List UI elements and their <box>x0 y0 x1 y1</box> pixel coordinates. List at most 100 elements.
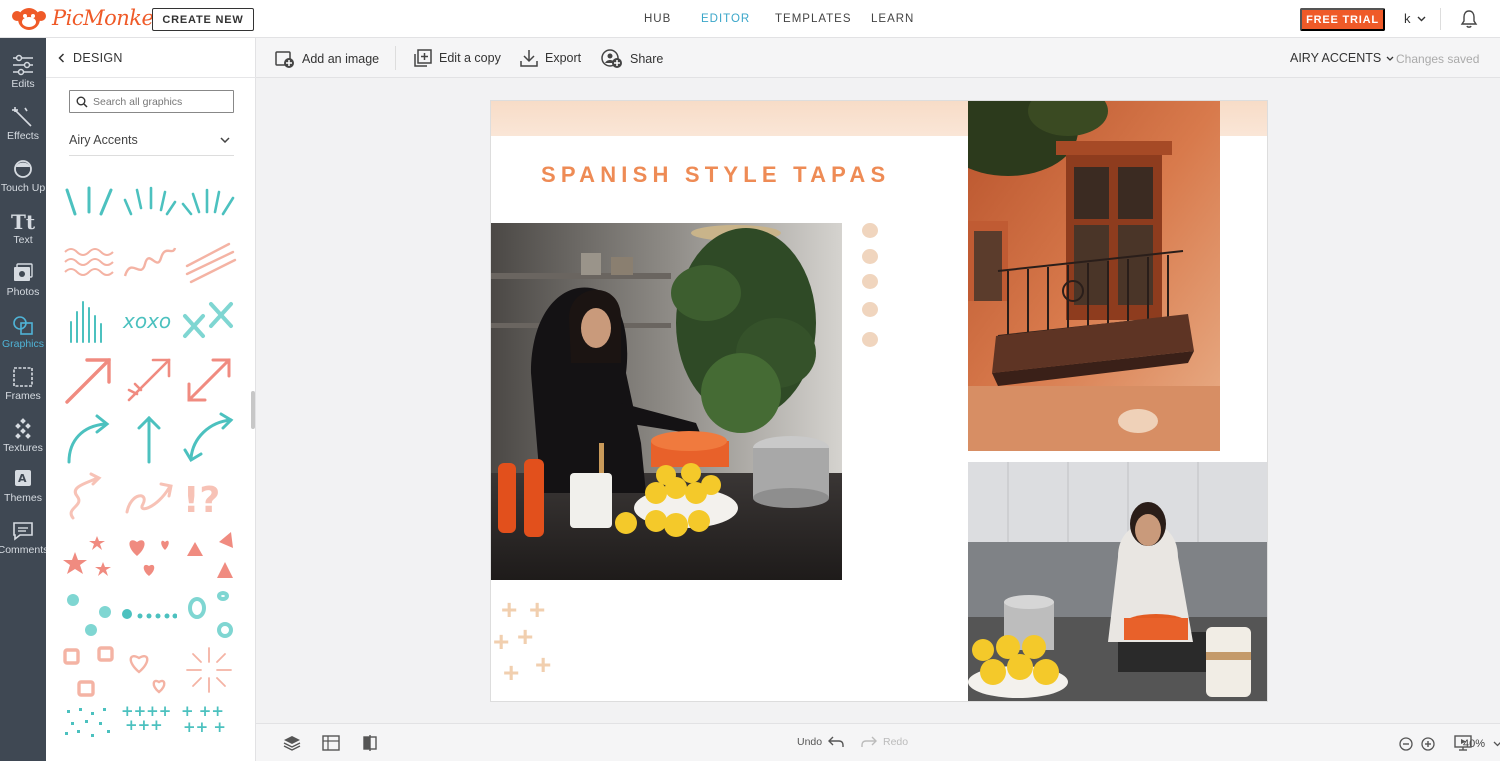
decor-cross: + <box>501 594 518 625</box>
decor-dot[interactable] <box>862 332 878 347</box>
rail-label: Comments <box>0 544 49 556</box>
panel-back-button[interactable]: DESIGN <box>46 38 256 78</box>
graphic-teal-curve-arrow[interactable] <box>61 410 117 466</box>
download-icon <box>520 50 538 67</box>
grid-button[interactable] <box>322 735 340 756</box>
svg-text:!?: !? <box>183 480 220 521</box>
graphic-teal-bars[interactable] <box>61 294 117 350</box>
edit-copy-button[interactable]: Edit a copy <box>414 49 501 67</box>
theme-dropdown[interactable]: Airy Accents <box>69 124 234 156</box>
graphic-teal-plus-grid[interactable]: +++++++ <box>121 700 177 756</box>
graphic-teal-up-arrow[interactable] <box>121 410 177 466</box>
graphic-teal-rings[interactable] <box>181 584 237 640</box>
nav-learn[interactable]: LEARN <box>871 13 914 25</box>
zoom-in-icon[interactable] <box>1421 737 1435 751</box>
decor-cross: + <box>529 594 546 625</box>
graphic-pink-swirl-arrow[interactable] <box>61 468 117 524</box>
rail-label: Frames <box>5 390 41 402</box>
rail-item-text[interactable]: Tt Text <box>0 204 46 256</box>
rail-label: Effects <box>7 130 39 142</box>
export-button[interactable]: Export <box>520 49 581 67</box>
graphic-pink-loop-arrow[interactable] <box>121 468 177 524</box>
zoom-out-icon[interactable] <box>1399 737 1413 751</box>
graphic-coral-hearts[interactable] <box>121 526 177 582</box>
chevron-down-icon[interactable] <box>1493 741 1500 747</box>
decor-dot[interactable] <box>862 249 878 264</box>
graphic-teal-rays[interactable] <box>181 178 237 234</box>
rail-item-comments[interactable]: Comments <box>0 514 49 566</box>
theme-menu[interactable]: AIRY ACCENTS <box>1290 51 1394 65</box>
design-panel: DESIGN Airy Accents xoxo !? <box>46 38 256 761</box>
photo-orange-balcony[interactable] <box>968 101 1220 451</box>
graphic-teal-double-curve[interactable] <box>181 410 237 466</box>
notifications-button[interactable] <box>1459 9 1479 34</box>
decor-cross: + <box>503 657 520 688</box>
text-icon: Tt <box>11 210 36 232</box>
graphic-pink-squares[interactable] <box>61 642 117 698</box>
rail-label: Photos <box>6 286 40 298</box>
create-new-button[interactable]: CREATE NEW <box>152 8 254 31</box>
graphic-pink-double-arrow[interactable] <box>181 352 237 408</box>
layers-button[interactable] <box>283 735 301 756</box>
rail-item-edits[interactable]: Edits <box>0 48 46 100</box>
texture-icon <box>15 418 31 439</box>
themes-icon: A <box>15 470 31 486</box>
rail-label: Text <box>13 234 33 246</box>
compare-button[interactable] <box>362 735 378 756</box>
logo[interactable]: PicMonkey <box>10 4 165 32</box>
graphic-pink-lines[interactable] <box>181 236 237 292</box>
photo-kitchen-cooking[interactable] <box>491 223 842 580</box>
graphic-xoxo[interactable]: xoxo <box>121 294 177 350</box>
redo-icon <box>861 736 877 747</box>
graphic-pink-sparkle[interactable] <box>181 642 237 698</box>
bell-icon <box>1460 10 1478 28</box>
redo-button[interactable]: Redo <box>861 736 908 748</box>
monkey-logo-icon <box>12 8 46 30</box>
frame-icon <box>13 367 33 387</box>
graphic-pink-scribble[interactable] <box>121 236 177 292</box>
graphic-pink-waves[interactable] <box>61 236 117 292</box>
graphic-coral-triangles[interactable] <box>181 526 237 582</box>
graphic-teal-plus-scatter[interactable]: + ++++ + <box>181 700 237 756</box>
graphic-teal-burst[interactable] <box>121 178 177 234</box>
design-title[interactable]: SPANISH STYLE TAPAS <box>541 162 890 188</box>
panel-scrollbar[interactable] <box>251 391 255 429</box>
graphic-teal-confetti[interactable] <box>61 700 117 756</box>
decor-dot[interactable] <box>862 302 878 317</box>
rail-item-graphics[interactable]: Graphics <box>0 308 46 360</box>
theme-dropdown-value: Airy Accents <box>69 132 138 147</box>
present-button[interactable] <box>1454 735 1472 756</box>
rail-item-effects[interactable]: Effects <box>0 100 46 152</box>
graphic-exclaim-question[interactable]: !? <box>181 468 237 524</box>
graphic-pink-arrow-up-right[interactable] <box>61 352 117 408</box>
add-image-button[interactable]: Add an image <box>275 49 379 69</box>
free-trial-button[interactable]: FREE TRIAL <box>1300 8 1385 31</box>
graphic-teal-xs[interactable] <box>181 294 237 350</box>
rail-item-touch-up[interactable]: Touch Up <box>0 152 46 204</box>
design-canvas[interactable]: SPANISH STYLE TAPAS + + + + + + <box>491 101 1267 701</box>
rail-item-frames[interactable]: Frames <box>0 360 46 412</box>
zoom-controls: 40% <box>1399 737 1500 751</box>
photo-stove-cooking[interactable] <box>968 462 1267 701</box>
decor-dot[interactable] <box>862 274 878 289</box>
rail-item-themes[interactable]: A Themes <box>0 462 46 514</box>
graphic-teal-dots[interactable] <box>61 584 117 640</box>
rail-item-textures[interactable]: Textures <box>0 412 46 464</box>
compare-icon <box>363 735 377 751</box>
rail-label: Graphics <box>1 338 44 350</box>
user-menu[interactable]: k <box>1404 11 1426 26</box>
search-input[interactable] <box>93 95 233 108</box>
rail-item-photos[interactable]: Photos <box>0 256 46 308</box>
nav-templates[interactable]: TEMPLATES <box>775 13 852 25</box>
undo-button[interactable]: Undo <box>797 736 844 748</box>
graphic-coral-stars[interactable] <box>61 526 117 582</box>
nav-hub[interactable]: HUB <box>644 13 671 25</box>
nav-editor[interactable]: EDITOR <box>701 13 750 25</box>
export-label: Export <box>545 51 582 65</box>
graphic-teal-dashes[interactable] <box>61 178 117 234</box>
decor-dot[interactable] <box>862 223 878 238</box>
graphic-pink-heart-outline[interactable] <box>121 642 177 698</box>
graphic-pink-feather-arrow[interactable] <box>121 352 177 408</box>
graphic-teal-dotted-line[interactable] <box>121 584 177 640</box>
share-button[interactable]: Share <box>601 49 663 69</box>
